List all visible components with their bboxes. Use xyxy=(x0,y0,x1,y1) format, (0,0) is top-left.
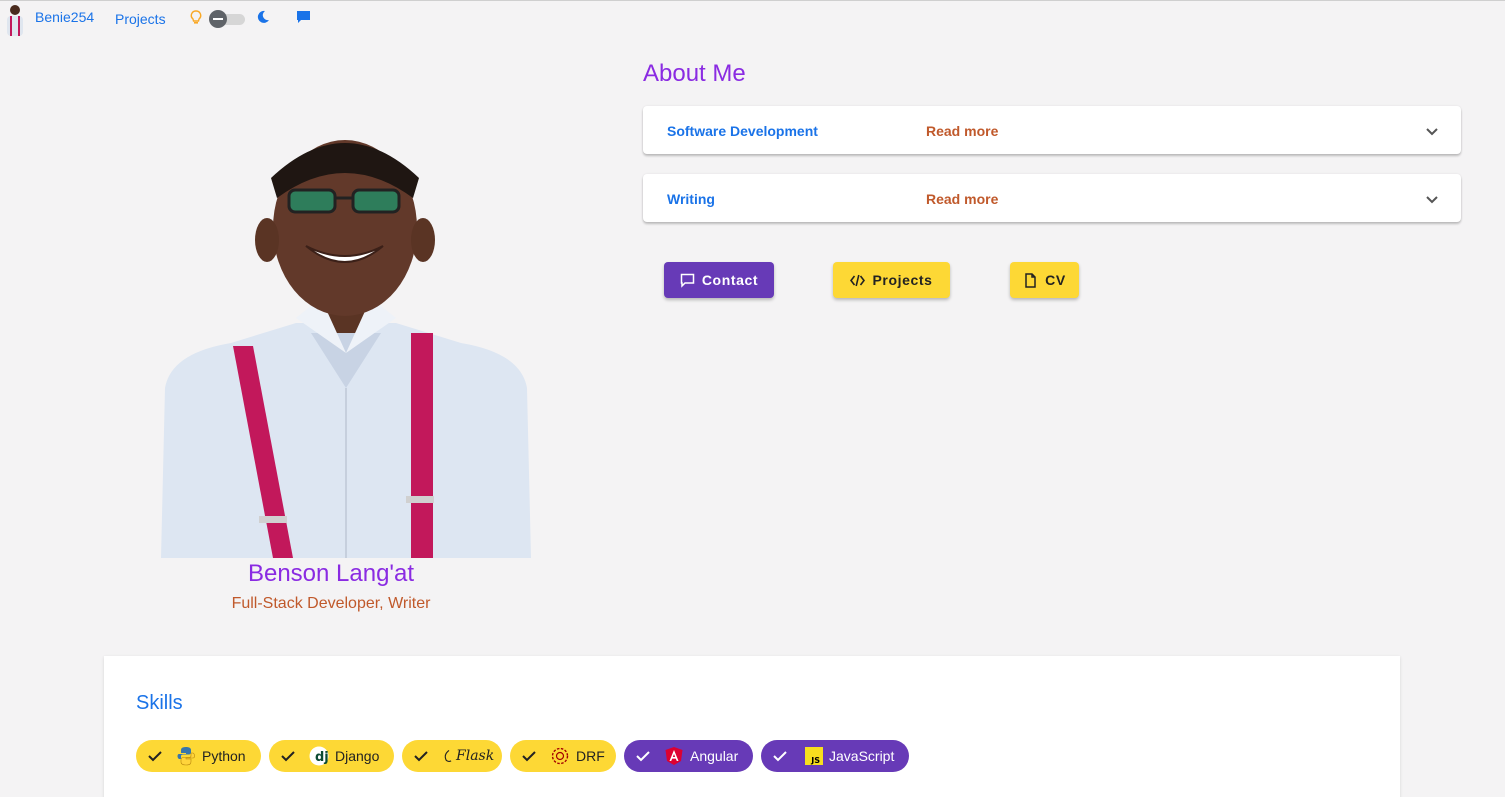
file-icon xyxy=(1025,272,1036,288)
python-icon xyxy=(177,747,195,766)
skill-label: JavaScript xyxy=(829,748,895,764)
skill-label: Flask xyxy=(456,748,495,764)
skill-label: Angular xyxy=(690,748,739,764)
chat-icon[interactable] xyxy=(296,10,311,25)
profile-role: Full-Stack Developer, Writer xyxy=(231,595,431,612)
skill-label: Django xyxy=(335,748,380,764)
panel-title: Software Development xyxy=(667,123,818,139)
svg-text:JS: JS xyxy=(810,755,820,765)
cv-button[interactable]: CV xyxy=(1010,262,1079,298)
projects-button[interactable]: Projects xyxy=(833,262,950,298)
profile-name: Benson Lang'at xyxy=(247,560,415,587)
panel-software-development[interactable]: Software Development Read more xyxy=(643,106,1461,154)
navbar: Benie254 Projects xyxy=(0,0,400,36)
avatar[interactable] xyxy=(2,3,28,36)
projects-label: Projects xyxy=(872,272,933,288)
about-title: About Me xyxy=(643,60,746,87)
check-icon xyxy=(281,751,295,762)
check-icon xyxy=(414,751,428,762)
panel-read-more: Read more xyxy=(926,191,999,207)
panel-writing[interactable]: Writing Read more xyxy=(643,174,1461,222)
skill-chip-angular[interactable]: Angular xyxy=(624,740,753,772)
check-icon xyxy=(773,751,787,762)
drf-icon xyxy=(551,747,569,765)
check-icon xyxy=(148,751,162,762)
cv-label: CV xyxy=(1045,272,1066,288)
panel-read-more: Read more xyxy=(926,123,999,139)
skill-chip-drf[interactable]: DRF xyxy=(510,740,616,772)
check-icon xyxy=(522,751,536,762)
angular-icon xyxy=(665,747,683,765)
skill-chip-flask[interactable]: Flask xyxy=(402,740,502,772)
contact-button[interactable]: Contact xyxy=(664,262,774,298)
toggle-knob xyxy=(209,10,227,28)
message-icon xyxy=(680,273,695,288)
chevron-down-icon xyxy=(1426,128,1438,136)
theme-toggle[interactable] xyxy=(209,10,246,28)
skill-chip-python[interactable]: Python xyxy=(136,740,261,772)
skills-title: Skills xyxy=(136,692,183,714)
skill-label: Python xyxy=(202,748,246,764)
chevron-down-icon xyxy=(1426,196,1438,204)
check-icon xyxy=(636,751,650,762)
skills-card: Skills Python dj Django Flask DRF Angula… xyxy=(104,656,1400,797)
javascript-icon: JS xyxy=(805,747,823,765)
brand-link[interactable]: Benie254 xyxy=(35,9,94,25)
django-icon: dj xyxy=(309,746,329,766)
moon-icon xyxy=(257,10,269,23)
svg-text:dj: dj xyxy=(315,750,329,765)
nav-projects-link[interactable]: Projects xyxy=(115,11,166,27)
lightbulb-icon xyxy=(190,10,202,24)
skill-chip-django[interactable]: dj Django xyxy=(269,740,394,772)
profile-photo xyxy=(161,140,531,558)
flask-icon xyxy=(444,749,452,763)
contact-label: Contact xyxy=(701,272,759,288)
skill-label: DRF xyxy=(576,748,605,764)
panel-title: Writing xyxy=(667,191,715,207)
skill-chip-javascript[interactable]: JS JavaScript xyxy=(761,740,909,772)
code-icon xyxy=(850,274,866,286)
